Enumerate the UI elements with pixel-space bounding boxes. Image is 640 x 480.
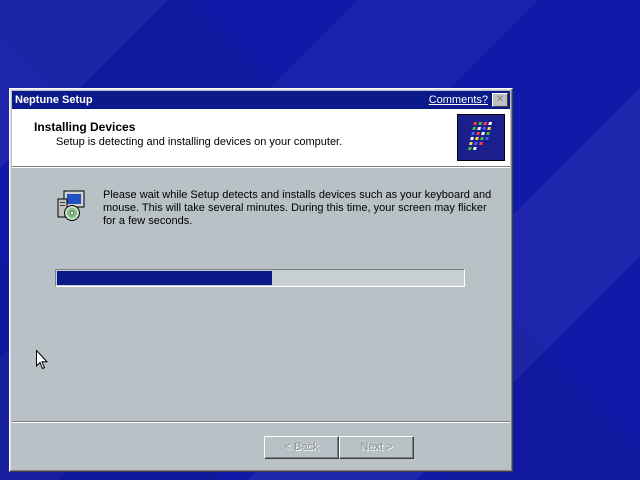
setup-computer-cd-icon — [55, 189, 89, 223]
header-divider — [12, 167, 510, 168]
mouse-pointer-icon — [36, 349, 49, 370]
comments-link[interactable]: Comments? — [429, 94, 488, 106]
setup-window: Neptune Setup Comments? ✕ Installing Dev… — [9, 88, 513, 472]
windows-setup-logo-icon — [457, 114, 505, 161]
next-button[interactable]: Next > — [339, 436, 414, 459]
window-title: Neptune Setup — [15, 94, 93, 106]
page-title: Installing Devices — [34, 120, 136, 134]
install-message: Please wait while Setup detects and inst… — [103, 189, 492, 227]
install-progress-bar — [55, 269, 465, 287]
progress-fill — [57, 271, 272, 285]
footer-divider-highlight — [12, 422, 510, 423]
title-bar[interactable]: Neptune Setup Comments? ✕ — [12, 91, 510, 109]
close-icon: ✕ — [495, 94, 505, 105]
header-panel: Installing Devices Setup is detecting an… — [12, 109, 510, 167]
back-button[interactable]: < Back — [264, 436, 339, 459]
page-subtitle: Setup is detecting and installing device… — [56, 136, 343, 148]
close-button[interactable]: ✕ — [492, 93, 508, 107]
